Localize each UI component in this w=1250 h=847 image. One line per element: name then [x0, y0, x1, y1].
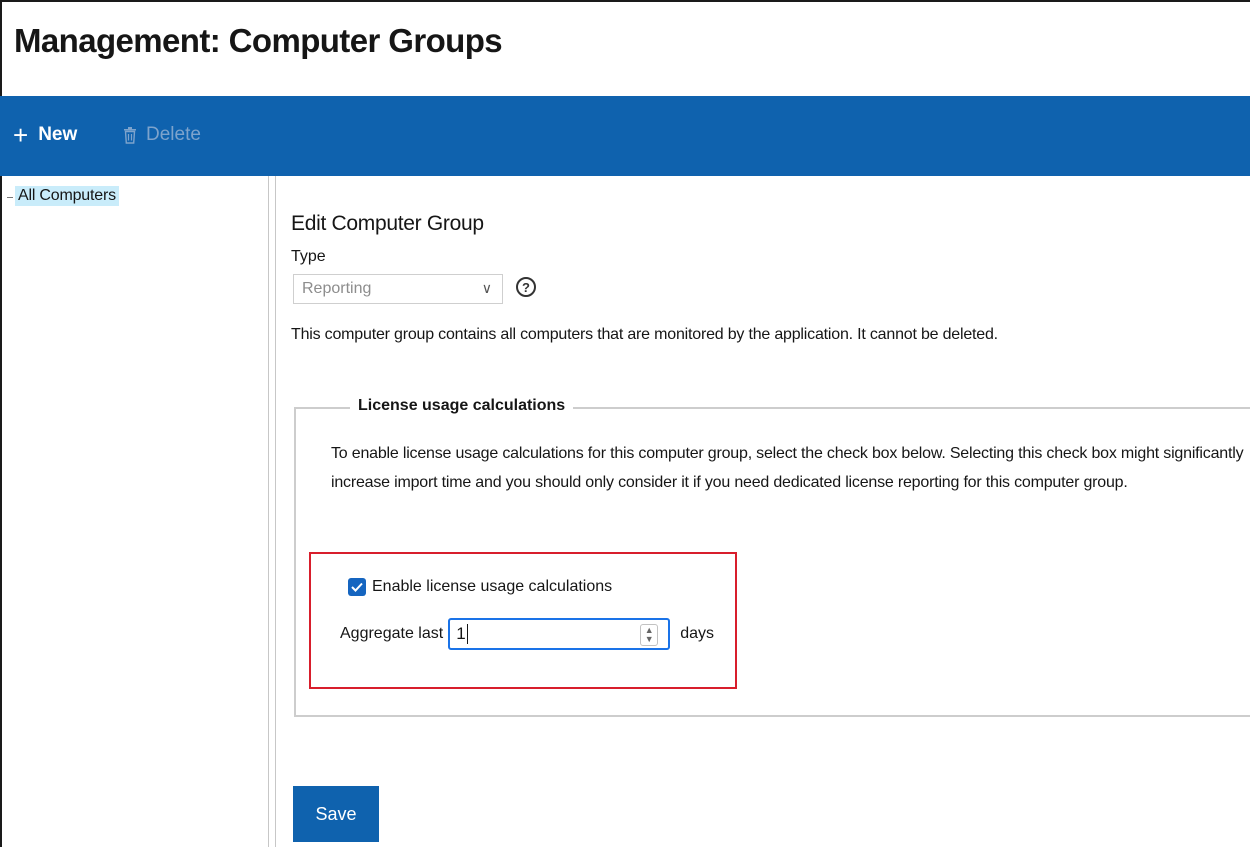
license-usage-fieldset: License usage calculations To enable lic…	[294, 397, 1250, 717]
plus-icon: +	[13, 120, 29, 150]
enable-license-checkbox[interactable]	[348, 578, 366, 596]
number-spinner[interactable]: ▲ ▼	[640, 624, 659, 646]
tree-item-all-computers[interactable]: All Computers	[15, 186, 119, 206]
enable-license-checkbox-row[interactable]: Enable license usage calculations	[348, 578, 612, 596]
tree-connector	[7, 197, 13, 198]
aggregate-days-value: 1	[456, 624, 466, 643]
edit-title: Edit Computer Group	[291, 212, 484, 235]
chevron-down-icon: ∨	[481, 280, 492, 296]
aggregate-unit: days	[680, 625, 714, 642]
aggregate-row: Aggregate last 1 ▲ ▼ days	[340, 618, 714, 650]
license-usage-text: To enable license usage calculations for…	[331, 445, 1244, 491]
trash-icon	[124, 126, 136, 144]
aggregate-days-input[interactable]: 1 ▲ ▼	[448, 618, 671, 650]
type-select[interactable]: Reporting ∨	[293, 274, 503, 304]
checkmark-icon	[351, 582, 363, 592]
delete-button-label: Delete	[146, 124, 201, 145]
pane-splitter[interactable]	[268, 176, 276, 847]
save-button[interactable]: Save	[293, 786, 379, 842]
question-circle-icon[interactable]: ?	[516, 277, 536, 297]
spinner-down-icon[interactable]: ▼	[645, 635, 654, 644]
group-description: This computer group contains all compute…	[291, 326, 998, 343]
new-button[interactable]: + New	[13, 120, 78, 150]
license-usage-legend: License usage calculations	[350, 397, 574, 415]
delete-button[interactable]: Delete	[123, 124, 201, 146]
highlight-box: Enable license usage calculations Aggreg…	[309, 552, 737, 689]
toolbar: + New Delete	[0, 96, 1250, 176]
enable-license-label: Enable license usage calculations	[372, 578, 613, 595]
group-tree: All Computers	[0, 176, 268, 847]
page-title: Management: Computer Groups	[14, 22, 503, 59]
type-label: Type	[291, 248, 326, 265]
type-select-value: Reporting	[302, 280, 372, 297]
text-caret	[466, 624, 468, 644]
aggregate-label: Aggregate last	[340, 625, 444, 642]
new-button-label: New	[38, 124, 78, 145]
edit-panel: Edit Computer Group Type Reporting ∨ ? T…	[276, 176, 1250, 847]
